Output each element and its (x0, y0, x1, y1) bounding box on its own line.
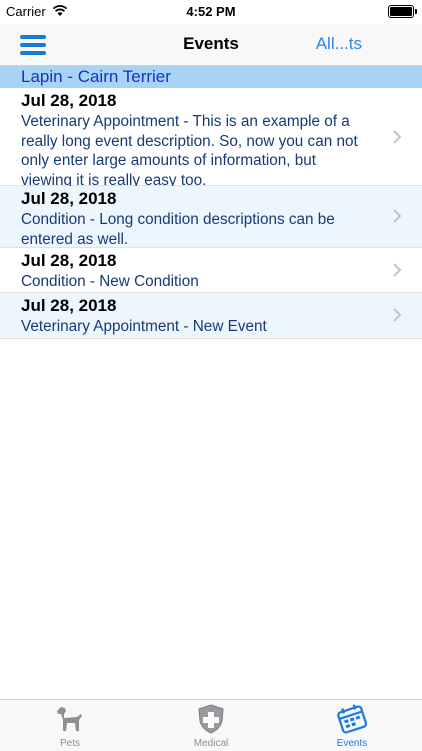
tab-pets[interactable]: Pets (0, 700, 140, 751)
event-date: Jul 28, 2018 (21, 189, 117, 208)
all-events-button[interactable]: All...ts (316, 34, 362, 54)
event-row[interactable]: Jul 28, 2018 Veterinary Appointment - Ne… (0, 293, 422, 339)
event-row[interactable]: Jul 28, 2018 Condition - New Condition (0, 248, 422, 293)
event-date: Jul 28, 2018 (21, 251, 117, 270)
navigation-bar: Events All...ts (0, 24, 422, 66)
event-description: Condition - New Condition (21, 273, 199, 290)
event-row[interactable]: Jul 28, 2018 Condition - Long condition … (0, 186, 422, 248)
chevron-right-icon (392, 307, 402, 323)
tab-bar: Pets Medical Events (0, 699, 422, 751)
dog-icon (57, 707, 82, 731)
tab-medical-label: Medical (193, 738, 229, 749)
tab-events[interactable]: Events (282, 700, 422, 751)
chevron-right-icon (392, 129, 402, 145)
event-description: Veterinary Appointment - This is an exam… (21, 113, 358, 189)
pet-section-header: Lapin - Cairn Terrier (0, 66, 422, 88)
status-bar: Carrier 4:52 PM (0, 0, 422, 24)
event-row[interactable]: Jul 28, 2018 Veterinary Appointment - Th… (0, 88, 422, 189)
battery-icon (388, 5, 417, 18)
event-list: Jul 28, 2018 Veterinary Appointment - Th… (0, 88, 422, 339)
event-date: Jul 28, 2018 (21, 91, 117, 110)
clock: 4:52 PM (186, 4, 236, 19)
event-description: Veterinary Appointment - New Event (21, 318, 267, 335)
medical-shield-icon (198, 704, 224, 734)
chevron-right-icon (392, 208, 402, 224)
event-date: Jul 28, 2018 (21, 296, 117, 315)
chevron-right-icon (392, 262, 402, 278)
event-description: Condition - Long condition descriptions … (21, 211, 335, 248)
tab-events-label: Events (336, 738, 368, 749)
tab-pets-label: Pets (59, 738, 80, 749)
calendar-icon (337, 704, 368, 734)
tab-medical[interactable]: Medical (141, 700, 281, 751)
section-title: Lapin - Cairn Terrier (21, 67, 171, 86)
